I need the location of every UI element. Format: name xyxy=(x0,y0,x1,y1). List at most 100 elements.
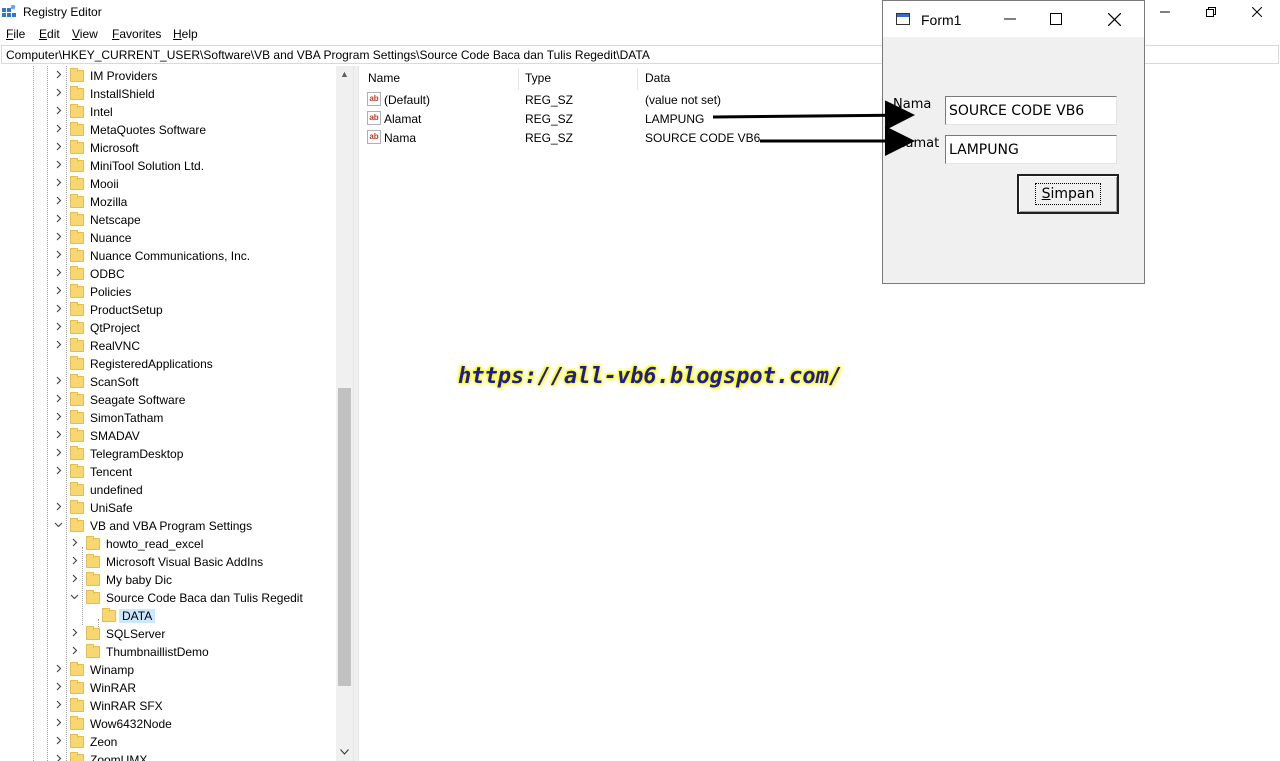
column-divider[interactable] xyxy=(637,68,638,90)
form1-minimize-button[interactable] xyxy=(987,1,1033,37)
tree-item[interactable]: ThumbnaillistDemo xyxy=(0,643,336,661)
chevron-right-icon[interactable] xyxy=(54,214,64,226)
tree-item[interactable]: UniSafe xyxy=(0,499,336,517)
list-row[interactable]: ab Alamat REG_SZ LAMPUNG xyxy=(359,110,859,129)
tree-item[interactable]: QtProject xyxy=(0,319,336,337)
list-row[interactable]: ab Nama REG_SZ SOURCE CODE VB6 xyxy=(359,129,859,148)
tree-item[interactable]: ScanSoft xyxy=(0,373,336,391)
form1-maximize-button[interactable] xyxy=(1033,1,1079,37)
tree-item[interactable]: Wow6432Node xyxy=(0,715,336,733)
tree-item[interactable]: Mozilla xyxy=(0,193,336,211)
tree-item[interactable]: Mooii xyxy=(0,175,336,193)
restore-button[interactable] xyxy=(1188,0,1234,24)
chevron-right-icon[interactable] xyxy=(54,412,64,424)
tree-item[interactable]: TelegramDesktop xyxy=(0,445,336,463)
tree-item[interactable]: IM Providers xyxy=(0,67,336,85)
tree-item[interactable]: Nuance xyxy=(0,229,336,247)
chevron-right-icon[interactable] xyxy=(54,394,64,406)
chevron-right-icon[interactable] xyxy=(70,556,80,568)
tree-item[interactable]: MiniTool Solution Ltd. xyxy=(0,157,336,175)
chevron-down-icon[interactable] xyxy=(54,520,64,532)
chevron-right-icon[interactable] xyxy=(70,538,80,550)
chevron-right-icon[interactable] xyxy=(54,754,64,761)
tree-item[interactable]: Source Code Baca dan Tulis Regedit xyxy=(0,589,336,607)
tree-item[interactable]: WinRAR SFX xyxy=(0,697,336,715)
scroll-down-arrow-icon[interactable] xyxy=(336,744,353,761)
tree-item[interactable]: RegisteredApplications xyxy=(0,355,336,373)
tree-item[interactable]: InstallShield xyxy=(0,85,336,103)
tree-item[interactable]: SimonTatham xyxy=(0,409,336,427)
chevron-right-icon[interactable] xyxy=(54,160,64,172)
chevron-right-icon[interactable] xyxy=(54,502,64,514)
chevron-right-icon[interactable] xyxy=(54,124,64,136)
tree-item[interactable]: Intel xyxy=(0,103,336,121)
chevron-right-icon[interactable] xyxy=(54,196,64,208)
tree-item[interactable]: Microsoft xyxy=(0,139,336,157)
chevron-right-icon[interactable] xyxy=(70,646,80,658)
chevron-right-icon[interactable] xyxy=(54,664,64,676)
minimize-button[interactable] xyxy=(1142,0,1188,24)
chevron-right-icon[interactable] xyxy=(54,340,64,352)
chevron-down-icon[interactable] xyxy=(70,592,80,604)
tree-scrollbar[interactable]: ▲ xyxy=(336,66,353,761)
tree-item[interactable]: Winamp xyxy=(0,661,336,679)
tree-item[interactable]: WinRAR xyxy=(0,679,336,697)
chevron-right-icon[interactable] xyxy=(54,736,64,748)
menu-view[interactable]: View xyxy=(72,27,98,41)
scrollbar-thumb[interactable] xyxy=(338,388,351,686)
menu-file[interactable]: File xyxy=(6,27,25,41)
tree-item[interactable]: Tencent xyxy=(0,463,336,481)
tree-item[interactable]: Seagate Software xyxy=(0,391,336,409)
tree-item[interactable]: Microsoft Visual Basic AddIns xyxy=(0,553,336,571)
menu-help[interactable]: Help xyxy=(173,27,198,41)
chevron-right-icon[interactable] xyxy=(70,574,80,586)
chevron-right-icon[interactable] xyxy=(54,106,64,118)
chevron-right-icon[interactable] xyxy=(54,142,64,154)
chevron-right-icon[interactable] xyxy=(54,448,64,460)
tree-item[interactable]: RealVNC xyxy=(0,337,336,355)
tree-item[interactable]: ODBC xyxy=(0,265,336,283)
chevron-right-icon[interactable] xyxy=(54,268,64,280)
chevron-right-icon[interactable] xyxy=(70,628,80,640)
tree-item[interactable]: Netscape xyxy=(0,211,336,229)
chevron-right-icon[interactable] xyxy=(54,250,64,262)
chevron-right-icon[interactable] xyxy=(54,178,64,190)
chevron-right-icon[interactable] xyxy=(54,466,64,478)
chevron-right-icon[interactable] xyxy=(54,376,64,388)
chevron-right-icon[interactable] xyxy=(54,322,64,334)
column-header-type[interactable]: Type xyxy=(525,71,551,85)
chevron-right-icon[interactable] xyxy=(54,718,64,730)
list-row[interactable]: ab (Default) REG_SZ (value not set) xyxy=(359,91,859,110)
tree-item[interactable]: Zeon xyxy=(0,733,336,751)
chevron-right-icon[interactable] xyxy=(54,430,64,442)
nama-textbox[interactable] xyxy=(945,96,1117,125)
tree-item[interactable]: undefined xyxy=(0,481,336,499)
close-button[interactable] xyxy=(1234,0,1280,24)
tree-item[interactable]: SMADAV xyxy=(0,427,336,445)
chevron-right-icon[interactable] xyxy=(54,286,64,298)
scroll-up-arrow-icon[interactable]: ▲ xyxy=(336,66,353,83)
chevron-right-icon[interactable] xyxy=(54,682,64,694)
menu-edit[interactable]: Edit xyxy=(39,27,60,41)
tree-item[interactable]: ZoomUMX xyxy=(0,751,336,761)
tree-item[interactable]: ProductSetup xyxy=(0,301,336,319)
tree-item[interactable]: MetaQuotes Software xyxy=(0,121,336,139)
alamat-textbox[interactable] xyxy=(945,135,1117,164)
form1-close-button[interactable] xyxy=(1091,1,1137,37)
chevron-right-icon[interactable] xyxy=(54,304,64,316)
column-divider[interactable] xyxy=(518,68,519,90)
chevron-right-icon[interactable] xyxy=(54,232,64,244)
tree-item[interactable]: Nuance Communications, Inc. xyxy=(0,247,336,265)
tree-item[interactable]: My baby Dic xyxy=(0,571,336,589)
simpan-button[interactable]: Simpan xyxy=(1017,174,1119,214)
menu-favorites[interactable]: Favorites xyxy=(112,27,161,41)
column-header-data[interactable]: Data xyxy=(645,71,670,85)
tree-item[interactable]: howto_read_excel xyxy=(0,535,336,553)
tree-item[interactable]: VB and VBA Program Settings xyxy=(0,517,336,535)
tree-item[interactable]: SQLServer xyxy=(0,625,336,643)
tree-item[interactable]: DATA xyxy=(0,607,336,625)
chevron-right-icon[interactable] xyxy=(54,700,64,712)
chevron-right-icon[interactable] xyxy=(54,70,64,82)
tree-item[interactable]: Policies xyxy=(0,283,336,301)
column-header-name[interactable]: Name xyxy=(368,71,400,85)
